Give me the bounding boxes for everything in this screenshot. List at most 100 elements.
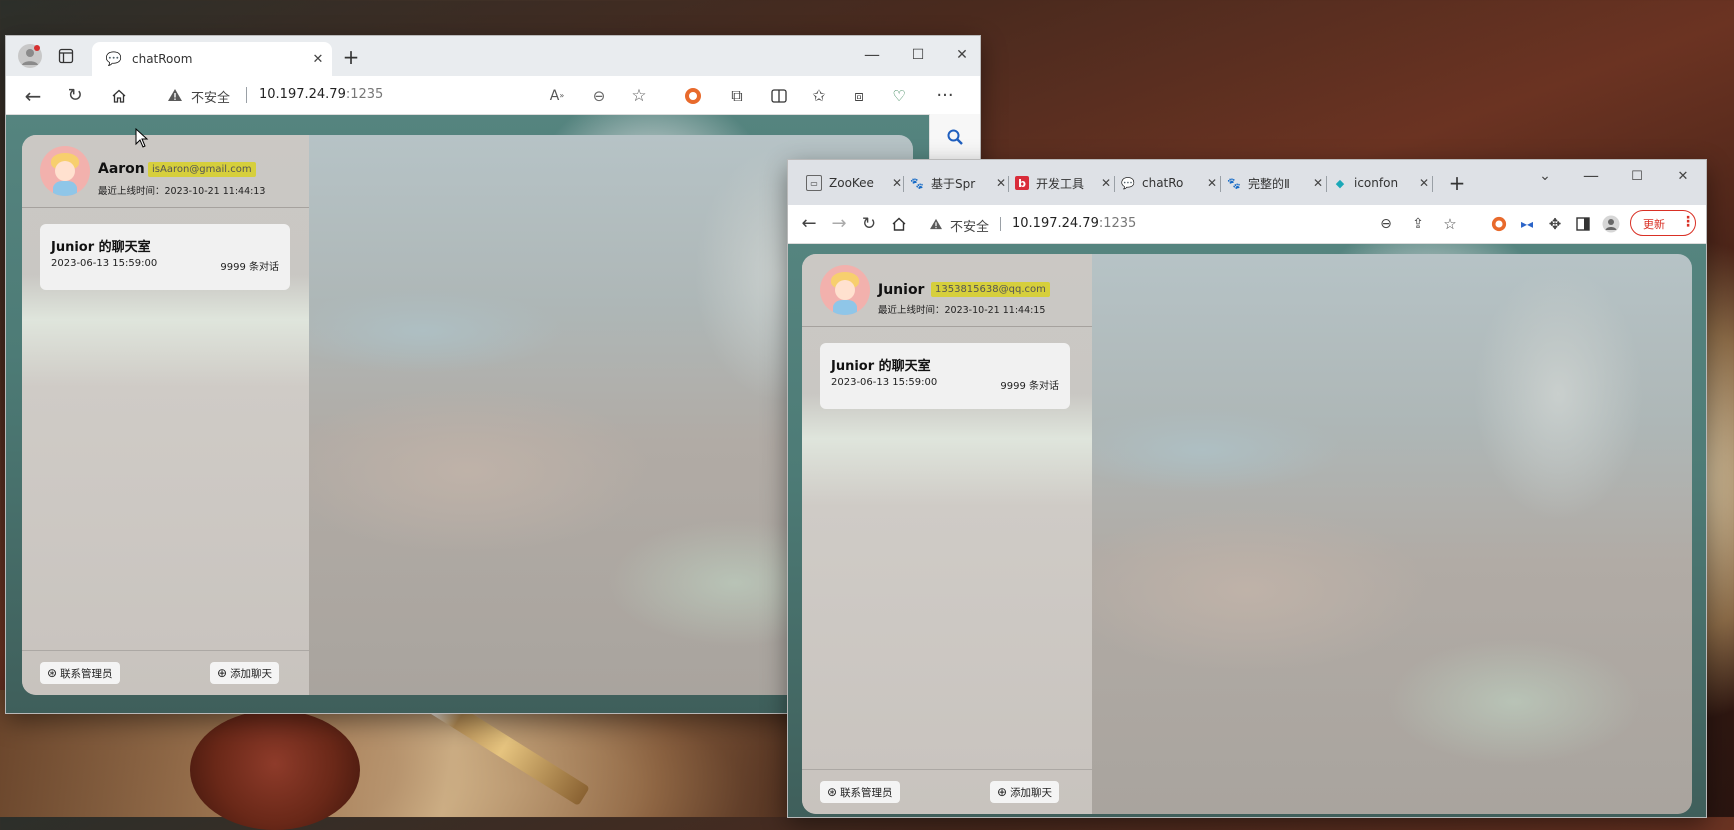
- favorites-icon[interactable]: ✩: [808, 85, 830, 107]
- share-icon[interactable]: ⇪: [1408, 214, 1428, 234]
- chrome-tab[interactable]: 💬 chatRo ✕: [1121, 170, 1225, 196]
- new-tab-icon[interactable]: +: [1446, 172, 1468, 194]
- refresh-icon[interactable]: ↻: [64, 85, 86, 107]
- url-host: 10.197.24.79: [1012, 216, 1099, 231]
- extension-o-icon[interactable]: [1488, 213, 1510, 235]
- room-date: 2023-06-13 15:59:00: [51, 258, 158, 269]
- tab-title: 完整的Ⅱ: [1248, 176, 1290, 191]
- chrome-page-viewport: Junior 1353815638@qq.com 最近上线时间：2023-10-…: [788, 244, 1706, 817]
- user-name: Aaron: [98, 161, 145, 177]
- new-tab-icon[interactable]: +: [340, 46, 362, 68]
- split-screen-icon[interactable]: [768, 85, 790, 107]
- plus-circle-icon: ⊕: [217, 666, 228, 680]
- chat-bubble-icon: 💬: [105, 51, 123, 67]
- close-tab-icon[interactable]: ✕: [1101, 176, 1111, 190]
- omnibox[interactable]: 不安全 10.197.24.79:1235 ⊖ ⇪ ☆: [920, 209, 1486, 239]
- user-email-badge: 1353815638@qq.com: [931, 282, 1050, 297]
- update-label: 更新: [1643, 218, 1665, 231]
- tab-title: chatRoom: [132, 52, 193, 66]
- refresh-icon[interactable]: ↻: [858, 213, 880, 235]
- maximize-icon[interactable]: ☐: [1624, 166, 1650, 186]
- url-field[interactable]: 10.197.24.79:1235: [259, 87, 383, 102]
- last-online-time: 最近上线时间：2023-10-21 11:44:15: [878, 305, 1046, 316]
- chat-room-item[interactable]: Junior 的聊天室 2023-06-13 15:59:00 9999 条对话: [820, 343, 1070, 409]
- edge-tab-chatroom[interactable]: 💬 chatRoom ✕: [92, 42, 332, 76]
- add-chat-label: 添加聊天: [1010, 786, 1053, 799]
- chrome-tab[interactable]: ▭ ZooKee ✕: [806, 170, 910, 196]
- browser-essentials-icon[interactable]: ♡: [888, 85, 910, 107]
- puzzle-icon[interactable]: ⧉: [726, 85, 748, 107]
- home-icon[interactable]: [108, 85, 130, 107]
- chrome-tab[interactable]: b 开发工具 ✕: [1015, 170, 1119, 196]
- security-label[interactable]: 不安全: [191, 87, 230, 106]
- search-icon[interactable]: [944, 126, 966, 148]
- security-label[interactable]: 不安全: [950, 216, 989, 235]
- url-field[interactable]: 10.197.24.79:1235: [1012, 216, 1136, 231]
- extension-o-icon[interactable]: [682, 85, 704, 107]
- bookmark-star-icon[interactable]: ☆: [1440, 214, 1460, 234]
- chat-room-item[interactable]: Junior 的聊天室 2023-06-13 15:59:00 9999 条对话: [40, 224, 290, 290]
- profile-icon[interactable]: [1600, 213, 1622, 235]
- support-icon: ⊛: [47, 666, 58, 680]
- home-icon[interactable]: [888, 213, 910, 235]
- close-tab-icon[interactable]: ✕: [892, 176, 902, 190]
- maximize-icon[interactable]: ☐: [904, 44, 932, 66]
- avatar[interactable]: [820, 265, 870, 315]
- tab-title: 开发工具: [1036, 176, 1085, 191]
- collections-icon[interactable]: ⧈: [848, 85, 870, 107]
- back-arrow-icon[interactable]: ←: [22, 85, 44, 107]
- forward-arrow-icon[interactable]: →: [828, 213, 850, 235]
- profile-avatar-icon[interactable]: [18, 44, 42, 68]
- warning-triangle-icon[interactable]: [928, 216, 944, 232]
- close-tab-icon[interactable]: ✕: [996, 176, 1006, 190]
- side-panel-icon[interactable]: [1572, 213, 1594, 235]
- add-chat-button[interactable]: ⊕ 添加聊天: [990, 781, 1060, 803]
- room-message-count: 9999 条对话: [220, 262, 279, 273]
- zoom-out-icon[interactable]: ⊖: [588, 85, 610, 107]
- iconfont-icon: ◆: [1335, 176, 1345, 190]
- baidu-paw-icon: 🐾: [1227, 176, 1241, 190]
- url-port: :1235: [345, 87, 384, 102]
- more-icon[interactable]: ···: [934, 85, 956, 107]
- zoom-icon[interactable]: ⊖: [1376, 214, 1396, 234]
- tab-title: 基于Spr: [931, 176, 976, 191]
- chat-app-card: Junior 1353815638@qq.com 最近上线时间：2023-10-…: [802, 254, 1692, 814]
- close-tab-icon[interactable]: ✕: [1313, 176, 1323, 190]
- close-window-icon[interactable]: ✕: [1670, 166, 1696, 186]
- chrome-tab[interactable]: 🐾 基于Spr ✕: [910, 170, 1014, 196]
- add-chat-label: 添加聊天: [230, 667, 273, 680]
- puzzle-icon[interactable]: ✥: [1544, 213, 1566, 235]
- add-chat-button[interactable]: ⊕ 添加聊天: [210, 662, 280, 684]
- read-aloud-icon[interactable]: A»: [546, 85, 568, 107]
- mouse-cursor-icon: [135, 127, 149, 151]
- url-host: 10.197.24.79: [259, 87, 346, 102]
- close-window-icon[interactable]: ✕: [948, 44, 976, 66]
- back-arrow-icon[interactable]: ←: [798, 213, 820, 235]
- favorite-star-icon[interactable]: ☆: [628, 85, 650, 107]
- avatar[interactable]: [40, 146, 90, 196]
- close-tab-icon[interactable]: ✕: [310, 51, 326, 67]
- close-tab-icon[interactable]: ✕: [1207, 176, 1217, 190]
- contact-admin-label: 联系管理员: [840, 786, 893, 799]
- minimize-icon[interactable]: —: [858, 44, 886, 66]
- tab-title: chatRo: [1142, 176, 1184, 190]
- chrome-toolbar: ← → ↻ 不安全 10.197.24.79:1235 ⊖ ⇪ ☆ ▸◂ ✥ 更…: [788, 205, 1706, 244]
- tab-search-icon[interactable]: ⌄: [1532, 166, 1558, 186]
- edge-address-bar: ← ↻ 不安全 10.197.24.79:1235 A» ⊖ ☆ ⧉ ✩ ⧈ ♡…: [6, 76, 980, 115]
- edge-tab-strip: 💬 chatRoom ✕ + — ☐ ✕: [6, 36, 980, 76]
- update-button[interactable]: 更新 ⋮: [1630, 210, 1696, 236]
- close-tab-icon[interactable]: ✕: [1419, 176, 1429, 190]
- user-profile-header: Junior 1353815638@qq.com 最近上线时间：2023-10-…: [802, 254, 1092, 327]
- chrome-tab[interactable]: ◆ iconfon ✕: [1333, 170, 1437, 196]
- tab-divider: [1114, 176, 1115, 192]
- contact-admin-label: 联系管理员: [60, 667, 113, 680]
- sidebar-footer: ⊛ 联系管理员 ⊕ 添加聊天: [802, 769, 1092, 814]
- chrome-tab[interactable]: 🐾 完整的Ⅱ ✕: [1227, 170, 1331, 196]
- contact-admin-button[interactable]: ⊛ 联系管理员: [820, 781, 900, 803]
- warning-triangle-icon[interactable]: [166, 86, 184, 104]
- tab-actions-icon[interactable]: [56, 46, 76, 66]
- contact-admin-button[interactable]: ⊛ 联系管理员: [40, 662, 120, 684]
- room-message-count: 9999 条对话: [1000, 381, 1059, 392]
- extension-arrows-icon[interactable]: ▸◂: [1516, 213, 1538, 235]
- minimize-icon[interactable]: —: [1578, 166, 1604, 186]
